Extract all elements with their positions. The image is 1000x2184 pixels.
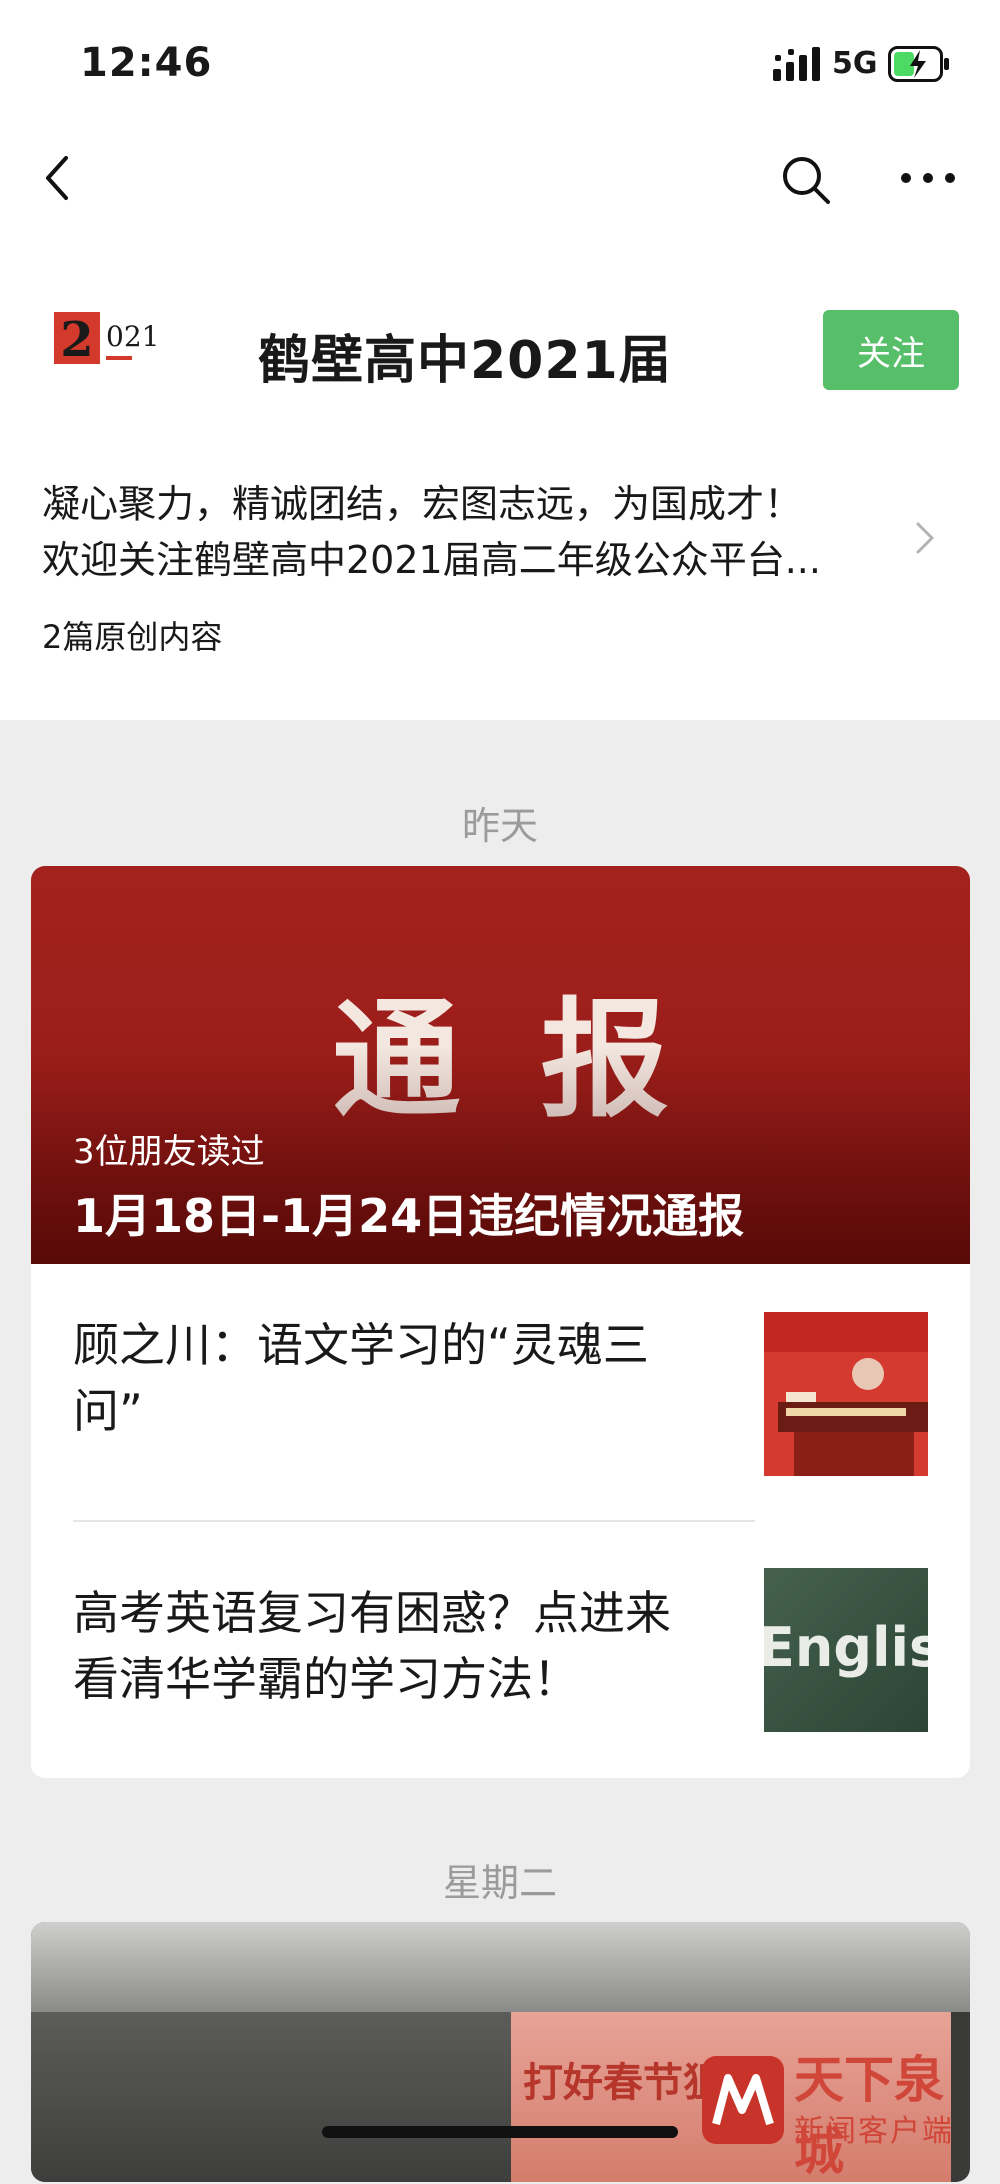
- home-indicator[interactable]: [322, 2126, 678, 2138]
- description-line: 凝心聚力，精诚团结，宏图志远，为国成才！: [42, 482, 803, 526]
- nav-bar: [0, 130, 1000, 220]
- svg-text:2: 2: [60, 312, 93, 368]
- svg-text:English: English: [764, 1616, 928, 1679]
- article-item[interactable]: 顾之川：语文学习的“灵魂三问”: [31, 1264, 970, 1522]
- svg-text:021: 021: [106, 320, 159, 353]
- signal-icon: [773, 47, 820, 81]
- description-line: 欢迎关注鹤壁高中2021届高二年级公众平台...: [42, 538, 821, 582]
- more-icon[interactable]: [900, 166, 956, 190]
- lecture-photo-icon: [764, 1312, 928, 1476]
- article-title: 顾之川：语文学习的“灵魂三问”: [73, 1318, 649, 1438]
- chevron-right-icon[interactable]: [912, 518, 938, 558]
- cover-photo-ceiling: [31, 1922, 970, 2012]
- article-item[interactable]: 高考英语复习有困惑？点进来看清华学霸的学习方法！ English: [31, 1522, 970, 1778]
- article-group-card: 通报 3位朋友读过 1月18日-1月24日违纪情况通报 顾之川：语文学习的“灵魂…: [31, 866, 970, 1778]
- watermark-line2: 新闻客户端: [794, 2114, 954, 2149]
- date-label: 星期二: [442, 1861, 557, 1905]
- back-icon[interactable]: [36, 150, 80, 206]
- watermark: 天下泉城 新闻客户端: [690, 2040, 990, 2181]
- account-name: 鹤壁高中2021届: [258, 331, 672, 391]
- account-description[interactable]: 凝心聚力，精诚团结，宏图志远，为国成才！ 欢迎关注鹤壁高中2021届高二年级公众…: [42, 476, 922, 588]
- english-chalkboard-icon: English: [764, 1568, 928, 1732]
- account-logo[interactable]: 2 021: [52, 308, 172, 380]
- cover-photo-wall: [31, 2012, 511, 2182]
- account-profile: 2 021 鹤壁高中2021届 关注: [0, 290, 1000, 430]
- article-title: 高考英语复习有困惑？点进来看清华学霸的学习方法！: [73, 1586, 671, 1706]
- battery-charging-icon: [888, 46, 949, 82]
- status-bar: 12:46 5G: [0, 0, 1000, 120]
- network-type: 5G: [832, 46, 878, 81]
- lead-article-title: 1月18日-1月24日违纪情况通报: [73, 1189, 745, 1243]
- friends-read-count: 3位朋友读过: [73, 1132, 265, 1172]
- watermark-logo: [702, 2056, 784, 2144]
- lead-article[interactable]: 通报 3位朋友读过 1月18日-1月24日违纪情况通报: [31, 866, 970, 1264]
- date-label: 昨天: [461, 804, 538, 848]
- status-time: 12:46: [80, 40, 213, 86]
- follow-button[interactable]: 关注: [823, 310, 959, 390]
- search-icon[interactable]: [778, 152, 832, 206]
- original-count[interactable]: 2篇原创内容: [42, 612, 222, 658]
